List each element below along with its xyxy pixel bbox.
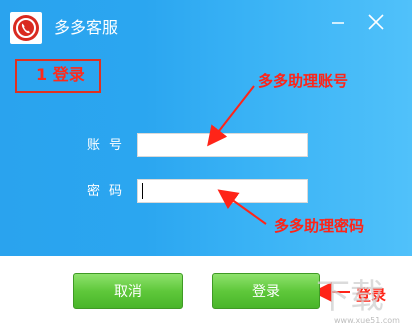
app-title: 多多客服: [54, 18, 119, 37]
login-window: 多多客服 1 登录 多多助理账号 账号 密码 多多助理密码 取消 登录 登录 下…: [0, 0, 412, 331]
svg-text:下载: 下载: [316, 277, 384, 317]
account-annotation: 多多助理账号: [258, 72, 349, 90]
step-label: 1 登录: [36, 65, 85, 84]
close-icon: [367, 13, 385, 35]
account-label: 账号: [87, 138, 132, 153]
cancel-button[interactable]: 取消: [73, 273, 183, 309]
password-annotation: 多多助理密码: [274, 217, 365, 235]
password-input[interactable]: [137, 179, 308, 203]
minimize-button[interactable]: [324, 10, 352, 38]
minimize-icon: [330, 14, 346, 34]
text-caret: [142, 183, 143, 199]
account-input[interactable]: [137, 133, 308, 157]
login-button[interactable]: 登录: [212, 273, 320, 309]
close-button[interactable]: [362, 10, 390, 38]
login-panel: 多多客服 1 登录 多多助理账号 账号 密码 多多助理密码: [0, 0, 412, 256]
phone-logo-icon: [10, 12, 42, 44]
watermark-url: www.xue51.com: [334, 316, 400, 325]
password-label: 密码: [87, 184, 132, 199]
title-bar[interactable]: 多多客服: [0, 0, 412, 52]
